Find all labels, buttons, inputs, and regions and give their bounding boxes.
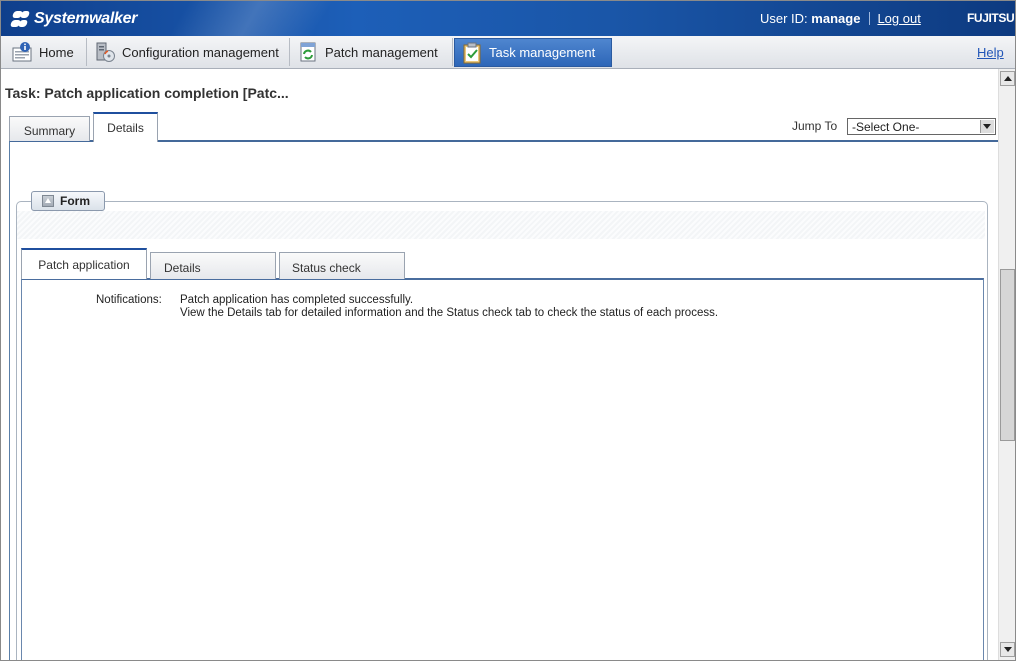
- nav-tab-home[interactable]: Home: [5, 38, 87, 66]
- nav-tab-label: Patch management: [325, 44, 438, 60]
- patch-refresh-icon: [297, 41, 319, 63]
- form-collapse-toggle[interactable]: Form: [31, 191, 105, 211]
- form-tab-details[interactable]: Details: [150, 252, 276, 279]
- collapse-up-icon: [42, 195, 54, 207]
- jump-to-value: -Select One-: [852, 120, 920, 134]
- nav-tab-label: Task management: [489, 45, 596, 60]
- server-cd-icon: [94, 41, 116, 63]
- systemwalker-logo: Systemwalker: [9, 8, 138, 30]
- app-window: Systemwalker User ID: manage Log out FUJI…: [0, 0, 1016, 661]
- tab-summary[interactable]: Summary: [9, 116, 90, 141]
- systemwalker-logo-icon: [9, 10, 31, 28]
- notifications-label: Notifications:: [96, 294, 162, 306]
- tab-details[interactable]: Details: [93, 112, 158, 142]
- nav-tab-task-management[interactable]: Task management: [454, 38, 612, 67]
- jump-to-select[interactable]: -Select One-: [847, 118, 996, 135]
- user-id-value: manage: [811, 11, 861, 26]
- tab-label: Details: [107, 121, 144, 135]
- logout-link[interactable]: Log out: [877, 11, 920, 26]
- notification-text: View the Details tab for detailed inform…: [180, 307, 719, 319]
- form-header-stripe: [17, 211, 985, 239]
- user-info: User ID: manage Log out: [760, 11, 921, 26]
- clipboard-check-icon: [461, 42, 483, 64]
- nav-tab-patch-management[interactable]: Patch management: [291, 38, 453, 66]
- form-header-label: Form: [60, 194, 90, 208]
- vertical-scrollbar[interactable]: [998, 69, 1015, 660]
- product-name: Systemwalker: [34, 10, 138, 27]
- scrollbar-thumb[interactable]: [1000, 269, 1015, 441]
- fujitsu-logo: FUJITSU: [967, 11, 1015, 25]
- jump-to-label: Jump To: [792, 119, 838, 133]
- form-content-panel: [21, 278, 984, 660]
- home-info-icon: [11, 41, 33, 63]
- nav-tab-configuration-management[interactable]: Configuration management: [88, 38, 290, 66]
- help-link[interactable]: Help: [977, 45, 1004, 60]
- scroll-down-icon[interactable]: [1000, 642, 1015, 657]
- user-id-label: User ID:: [760, 11, 808, 26]
- top-banner: Systemwalker User ID: manage Log out FUJI…: [1, 1, 1015, 36]
- form-tab-patch-application[interactable]: Patch application: [21, 248, 147, 279]
- notification-text: Patch application has completed successf…: [180, 294, 414, 306]
- page-title: Task: Patch application completion [Patc…: [5, 85, 289, 101]
- tab-label: Patch application: [38, 257, 130, 272]
- nav-tab-label: Configuration management: [122, 44, 279, 60]
- nav-tab-label: Home: [39, 44, 74, 60]
- form-tab-status-check[interactable]: Status check: [279, 252, 405, 279]
- tab-label: Details: [164, 260, 201, 275]
- chevron-down-icon: [980, 120, 994, 133]
- tab-label: Status check: [292, 260, 361, 275]
- tab-label: Summary: [23, 124, 76, 138]
- main-nav: Home Configuration management Patch mana…: [1, 36, 1015, 69]
- scroll-up-icon[interactable]: [1000, 71, 1015, 86]
